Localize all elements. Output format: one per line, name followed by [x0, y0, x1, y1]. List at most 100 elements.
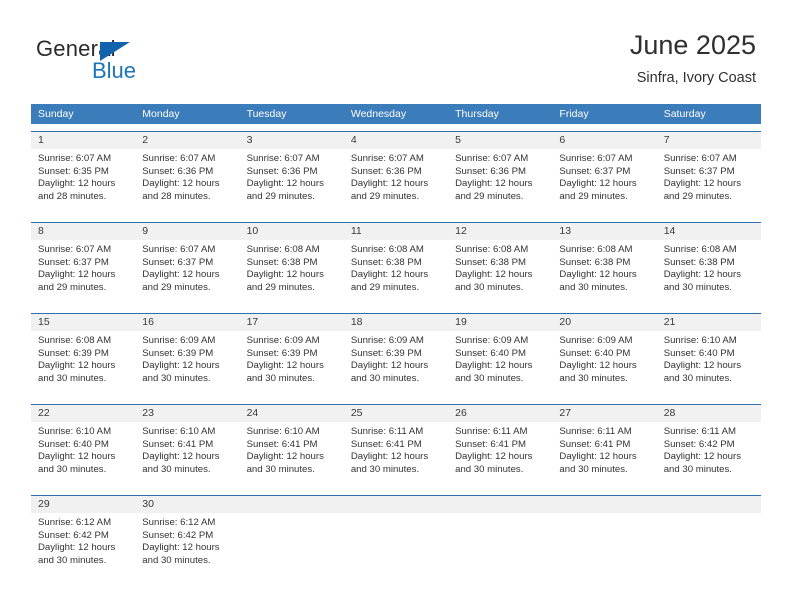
daylight-text: Daylight: 12 hours — [559, 451, 637, 463]
sunset-text: Sunset: 6:41 PM — [246, 438, 318, 450]
day-cell[interactable]: Sunrise: 6:07 AM Sunset: 6:36 PM Dayligh… — [344, 149, 448, 215]
sunset-text: Sunset: 6:36 PM — [350, 165, 422, 177]
day-number[interactable]: 19 — [448, 314, 552, 331]
day-number[interactable]: 2 — [135, 132, 239, 149]
day-number-empty — [344, 496, 448, 513]
daylight-text-cont: and 30 minutes. — [663, 281, 732, 293]
sunset-text: Sunset: 6:39 PM — [142, 347, 214, 359]
daylight-text: Daylight: 12 hours — [38, 451, 116, 463]
sunrise-text: Sunrise: 6:07 AM — [142, 153, 216, 164]
day-cell[interactable]: Sunrise: 6:07 AM Sunset: 6:37 PM Dayligh… — [135, 240, 239, 306]
day-number[interactable]: 23 — [135, 405, 239, 422]
day-cell[interactable]: Sunrise: 6:12 AM Sunset: 6:42 PM Dayligh… — [135, 513, 239, 579]
daylight-text-cont: and 30 minutes. — [38, 463, 107, 475]
sunset-text: Sunset: 6:40 PM — [663, 347, 735, 359]
sunset-text: Sunset: 6:35 PM — [38, 165, 109, 177]
day-number[interactable]: 13 — [552, 223, 656, 240]
day-cell[interactable]: Sunrise: 6:10 AM Sunset: 6:40 PM Dayligh… — [31, 422, 135, 488]
daylight-text: Daylight: 12 hours — [559, 269, 637, 281]
daylight-text-cont: and 30 minutes. — [559, 372, 628, 384]
day-detail-row: Sunrise: 6:08 AM Sunset: 6:39 PM Dayligh… — [31, 331, 761, 397]
day-number[interactable]: 26 — [448, 405, 552, 422]
day-number[interactable]: 20 — [552, 314, 656, 331]
day-cell[interactable]: Sunrise: 6:07 AM Sunset: 6:37 PM Dayligh… — [552, 149, 656, 215]
general-blue-logo[interactable]: General Blue — [36, 36, 236, 88]
daylight-text: Daylight: 12 hours — [38, 178, 116, 190]
sunrise-text: Sunrise: 6:09 AM — [142, 335, 216, 346]
weekday-header-wednesday: Wednesday — [350, 108, 407, 120]
sunset-text: Sunset: 6:39 PM — [246, 347, 318, 359]
day-number[interactable]: 18 — [344, 314, 448, 331]
sunset-text: Sunset: 6:38 PM — [455, 256, 527, 268]
day-cell[interactable]: Sunrise: 6:10 AM Sunset: 6:41 PM Dayligh… — [135, 422, 239, 488]
sunrise-text: Sunrise: 6:11 AM — [663, 426, 737, 437]
day-number[interactable]: 7 — [657, 132, 761, 149]
day-number[interactable]: 17 — [240, 314, 344, 331]
daylight-text-cont: and 30 minutes. — [142, 554, 211, 566]
day-number[interactable]: 5 — [448, 132, 552, 149]
day-number[interactable]: 21 — [657, 314, 761, 331]
sunset-text: Sunset: 6:42 PM — [663, 438, 735, 450]
day-cell[interactable]: Sunrise: 6:07 AM Sunset: 6:36 PM Dayligh… — [448, 149, 552, 215]
daylight-text-cont: and 29 minutes. — [246, 281, 315, 293]
day-number[interactable]: 12 — [448, 223, 552, 240]
day-cell[interactable]: Sunrise: 6:11 AM Sunset: 6:42 PM Dayligh… — [657, 422, 761, 488]
daylight-text-cont: and 30 minutes. — [559, 281, 628, 293]
day-cell[interactable]: Sunrise: 6:08 AM Sunset: 6:38 PM Dayligh… — [448, 240, 552, 306]
day-cell[interactable]: Sunrise: 6:10 AM Sunset: 6:41 PM Dayligh… — [240, 422, 344, 488]
day-number[interactable]: 30 — [135, 496, 239, 513]
day-cell[interactable]: Sunrise: 6:09 AM Sunset: 6:39 PM Dayligh… — [240, 331, 344, 397]
day-cell[interactable]: Sunrise: 6:09 AM Sunset: 6:39 PM Dayligh… — [135, 331, 239, 397]
sunrise-text: Sunrise: 6:07 AM — [663, 153, 737, 164]
day-number[interactable]: 22 — [31, 405, 135, 422]
day-cell[interactable]: Sunrise: 6:11 AM Sunset: 6:41 PM Dayligh… — [344, 422, 448, 488]
day-number-empty — [448, 496, 552, 513]
day-cell[interactable]: Sunrise: 6:12 AM Sunset: 6:42 PM Dayligh… — [31, 513, 135, 579]
day-cell[interactable]: Sunrise: 6:07 AM Sunset: 6:36 PM Dayligh… — [135, 149, 239, 215]
daylight-text-cont: and 30 minutes. — [559, 463, 628, 475]
day-number[interactable]: 15 — [31, 314, 135, 331]
sunrise-text: Sunrise: 6:10 AM — [38, 426, 112, 437]
day-cell[interactable]: Sunrise: 6:08 AM Sunset: 6:38 PM Dayligh… — [657, 240, 761, 306]
day-cell[interactable]: Sunrise: 6:09 AM Sunset: 6:40 PM Dayligh… — [552, 331, 656, 397]
day-number[interactable]: 25 — [344, 405, 448, 422]
day-cell[interactable]: Sunrise: 6:09 AM Sunset: 6:39 PM Dayligh… — [344, 331, 448, 397]
sunset-text: Sunset: 6:37 PM — [38, 256, 109, 268]
day-number[interactable]: 28 — [657, 405, 761, 422]
day-cell[interactable]: Sunrise: 6:07 AM Sunset: 6:37 PM Dayligh… — [31, 240, 135, 306]
day-cell[interactable]: Sunrise: 6:07 AM Sunset: 6:36 PM Dayligh… — [240, 149, 344, 215]
title-block: June 2025 Sinfra, Ivory Coast — [630, 28, 756, 88]
day-cell[interactable]: Sunrise: 6:10 AM Sunset: 6:40 PM Dayligh… — [657, 331, 761, 397]
day-number[interactable]: 29 — [31, 496, 135, 513]
day-cell[interactable]: Sunrise: 6:08 AM Sunset: 6:38 PM Dayligh… — [344, 240, 448, 306]
day-number[interactable]: 14 — [657, 223, 761, 240]
day-number[interactable]: 24 — [240, 405, 344, 422]
day-number[interactable]: 11 — [344, 223, 448, 240]
day-cell[interactable]: Sunrise: 6:08 AM Sunset: 6:38 PM Dayligh… — [240, 240, 344, 306]
daylight-text-cont: and 30 minutes. — [350, 372, 420, 384]
daylight-text-cont: and 30 minutes. — [455, 463, 524, 475]
day-number[interactable]: 1 — [31, 132, 135, 149]
sunrise-text: Sunrise: 6:07 AM — [38, 244, 112, 255]
day-number[interactable]: 6 — [552, 132, 656, 149]
day-number[interactable]: 10 — [240, 223, 344, 240]
daylight-text-cont: and 30 minutes. — [246, 463, 315, 475]
day-cell[interactable]: Sunrise: 6:08 AM Sunset: 6:39 PM Dayligh… — [31, 331, 135, 397]
daylight-text: Daylight: 12 hours — [142, 269, 220, 281]
day-cell[interactable]: Sunrise: 6:09 AM Sunset: 6:40 PM Dayligh… — [448, 331, 552, 397]
day-cell[interactable]: Sunrise: 6:07 AM Sunset: 6:35 PM Dayligh… — [31, 149, 135, 215]
day-number[interactable]: 9 — [135, 223, 239, 240]
sunrise-text: Sunrise: 6:10 AM — [663, 335, 737, 346]
day-number[interactable]: 8 — [31, 223, 135, 240]
sunrise-text: Sunrise: 6:07 AM — [455, 153, 529, 164]
day-number[interactable]: 4 — [344, 132, 448, 149]
day-cell[interactable]: Sunrise: 6:11 AM Sunset: 6:41 PM Dayligh… — [448, 422, 552, 488]
day-number[interactable]: 27 — [552, 405, 656, 422]
sunset-text: Sunset: 6:36 PM — [246, 165, 318, 177]
day-cell[interactable]: Sunrise: 6:08 AM Sunset: 6:38 PM Dayligh… — [552, 240, 656, 306]
daylight-text: Daylight: 12 hours — [559, 360, 637, 372]
day-cell[interactable]: Sunrise: 6:07 AM Sunset: 6:37 PM Dayligh… — [657, 149, 761, 215]
day-number[interactable]: 3 — [240, 132, 344, 149]
day-cell[interactable]: Sunrise: 6:11 AM Sunset: 6:41 PM Dayligh… — [552, 422, 656, 488]
day-number[interactable]: 16 — [135, 314, 239, 331]
